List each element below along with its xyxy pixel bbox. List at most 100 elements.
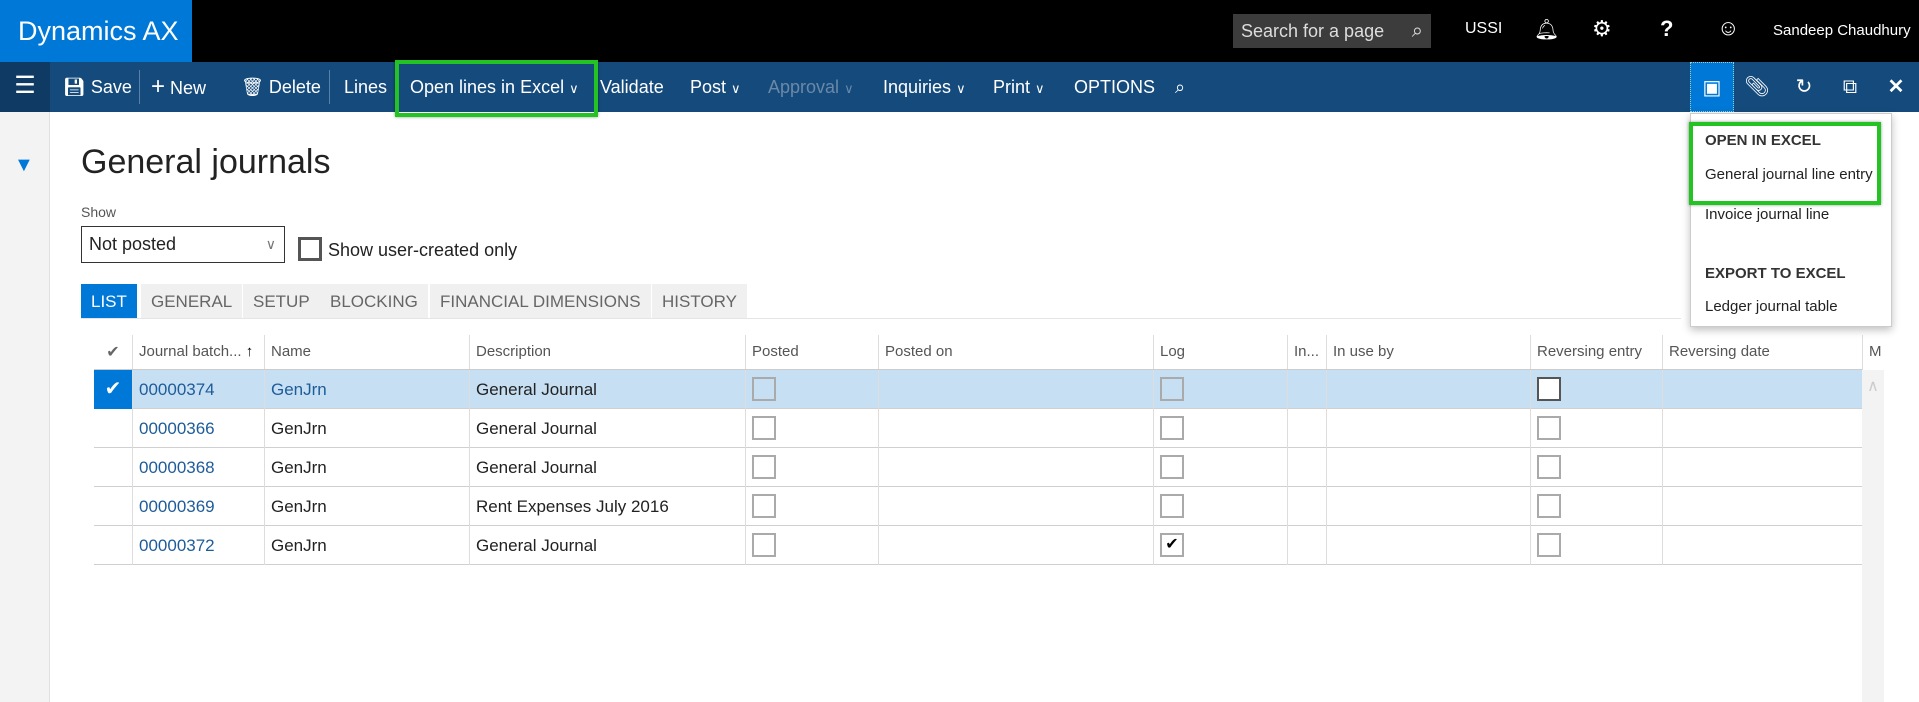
lines-button[interactable]: Lines	[344, 62, 387, 112]
reversing-entry-checkbox[interactable]	[1537, 455, 1561, 479]
column-header[interactable]: Posted on	[878, 335, 1153, 370]
table-cell	[1662, 448, 1862, 487]
help-icon[interactable]: ?	[1660, 16, 1673, 42]
show-dropdown[interactable]: Not posted ∨	[81, 226, 285, 263]
journal-batch-link[interactable]: 00000374	[139, 380, 215, 399]
table-cell: General Journal	[469, 448, 745, 487]
journal-batch-link[interactable]: 00000369	[139, 497, 215, 516]
options-button[interactable]: OPTIONS	[1074, 62, 1155, 112]
column-header-label: In...	[1294, 343, 1320, 360]
log-checkbox[interactable]	[1160, 416, 1184, 440]
table-cell: GenJrn	[264, 409, 469, 448]
table-cell: General Journal	[469, 409, 745, 448]
table-cell: ✔	[1153, 526, 1287, 565]
table-cell: 00000372	[132, 526, 264, 565]
journal-batch-link[interactable]: 00000366	[139, 419, 215, 438]
column-header[interactable]: Reversing entry	[1530, 335, 1662, 370]
chevron-up-icon[interactable]: ∧	[1867, 378, 1879, 395]
table-cell: GenJrn	[264, 370, 469, 409]
description-cell: General Journal	[476, 419, 597, 438]
post-label: Post	[690, 77, 727, 97]
tab-list[interactable]: LIST	[81, 284, 137, 319]
bell-icon[interactable]: 🔔︎	[1534, 17, 1559, 42]
delete-button[interactable]: 🗑︎ Delete	[241, 62, 321, 112]
column-header[interactable]: Name	[264, 335, 469, 370]
table-cell: General Journal	[469, 370, 745, 409]
menu-item-invoice-journal-line[interactable]: Invoice journal line	[1705, 206, 1829, 223]
table-cell: General Journal	[469, 526, 745, 565]
print-button[interactable]: Print ∨	[993, 62, 1045, 112]
user-name[interactable]: Sandeep Chaudhury	[1773, 22, 1911, 39]
trash-icon: 🗑︎	[241, 77, 264, 97]
posted-checkbox[interactable]	[752, 494, 776, 518]
smiley-icon[interactable]: ☺	[1717, 15, 1739, 41]
journal-batch-link[interactable]: 00000372	[139, 536, 215, 555]
post-button[interactable]: Post ∨	[690, 62, 741, 112]
posted-checkbox[interactable]	[752, 533, 776, 557]
tab-history[interactable]: HISTORY	[652, 284, 747, 319]
paperclip-icon[interactable]: 📎︎	[1735, 62, 1779, 112]
table-cell	[1326, 487, 1530, 526]
tab-setup[interactable]: SETUP	[243, 284, 320, 319]
table-cell	[745, 370, 878, 409]
column-header[interactable]: In use by	[1326, 335, 1530, 370]
save-button[interactable]: 💾︎ Save	[63, 62, 132, 112]
reversing-entry-checkbox[interactable]	[1537, 533, 1561, 557]
validate-button[interactable]: Validate	[600, 62, 664, 112]
search-icon[interactable]: ⌕	[1175, 62, 1185, 112]
posted-checkbox[interactable]	[752, 416, 776, 440]
column-header[interactable]: Reversing date	[1662, 335, 1862, 370]
tab-blocking[interactable]: BLOCKING	[320, 284, 428, 319]
show-user-created-label: Show user-created only	[328, 240, 518, 260]
menu-item-ledger-journal-table[interactable]: Ledger journal table	[1705, 298, 1838, 315]
posted-checkbox[interactable]	[752, 377, 776, 401]
new-label: New	[170, 78, 207, 98]
column-header-label: Description	[476, 343, 552, 360]
column-header[interactable]: Posted	[745, 335, 878, 370]
select-all-check-icon[interactable]: ✔	[94, 335, 132, 370]
company-selector[interactable]: USSI	[1465, 20, 1502, 38]
posted-checkbox[interactable]	[752, 455, 776, 479]
journal-batch-link[interactable]: 00000368	[139, 458, 215, 477]
refresh-icon[interactable]: ↻	[1782, 62, 1826, 112]
column-header-label: Reversing date	[1669, 343, 1770, 360]
tab-general[interactable]: GENERAL	[141, 284, 243, 319]
row-selected-check-icon[interactable]: ✔	[94, 370, 132, 409]
open-lines-in-excel-button[interactable]: Open lines in Excel ∨	[410, 62, 579, 112]
reversing-entry-checkbox[interactable]	[1537, 377, 1561, 401]
filter-icon[interactable]: ▼	[14, 154, 34, 177]
table-cell	[1287, 526, 1326, 565]
table-cell	[1326, 526, 1530, 565]
column-header[interactable]: Log	[1153, 335, 1287, 370]
popout-icon[interactable]: ⧉	[1828, 62, 1872, 112]
gear-icon[interactable]: ⚙	[1592, 16, 1612, 42]
new-button[interactable]: + New	[151, 62, 206, 112]
chevron-down-icon: ∨	[844, 81, 854, 96]
close-icon[interactable]: ✕	[1874, 62, 1918, 112]
search-input[interactable]: Search for a page ⌕	[1233, 14, 1431, 48]
scrollbar[interactable]: ∧	[1862, 370, 1884, 702]
table-cell	[1326, 409, 1530, 448]
app-logo[interactable]: Dynamics AX	[0, 0, 192, 62]
column-header-label: Journal batch...	[139, 343, 242, 360]
left-sidebar	[0, 112, 50, 702]
tab-financial-dimensions[interactable]: FINANCIAL DIMENSIONS	[430, 284, 651, 319]
column-header-label: Posted on	[885, 343, 953, 360]
description-cell: General Journal	[476, 458, 597, 477]
reversing-entry-checkbox[interactable]	[1537, 494, 1561, 518]
column-header[interactable]: M	[1862, 335, 1890, 370]
search-icon[interactable]: ⌕	[1412, 14, 1423, 48]
log-checkbox[interactable]	[1160, 377, 1184, 401]
table-cell	[1662, 370, 1862, 409]
log-checkbox[interactable]: ✔	[1160, 533, 1184, 557]
inquiries-button[interactable]: Inquiries ∨	[883, 62, 966, 112]
column-header[interactable]: Description	[469, 335, 745, 370]
log-checkbox[interactable]	[1160, 455, 1184, 479]
column-header[interactable]: Journal batch... ↑	[132, 335, 264, 370]
office-icon[interactable]: ▣	[1690, 62, 1734, 112]
column-header[interactable]: In...	[1287, 335, 1326, 370]
show-user-created-checkbox[interactable]	[298, 237, 322, 261]
log-checkbox[interactable]	[1160, 494, 1184, 518]
reversing-entry-checkbox[interactable]	[1537, 416, 1561, 440]
hamburger-menu-icon[interactable]: ☰	[0, 62, 50, 112]
